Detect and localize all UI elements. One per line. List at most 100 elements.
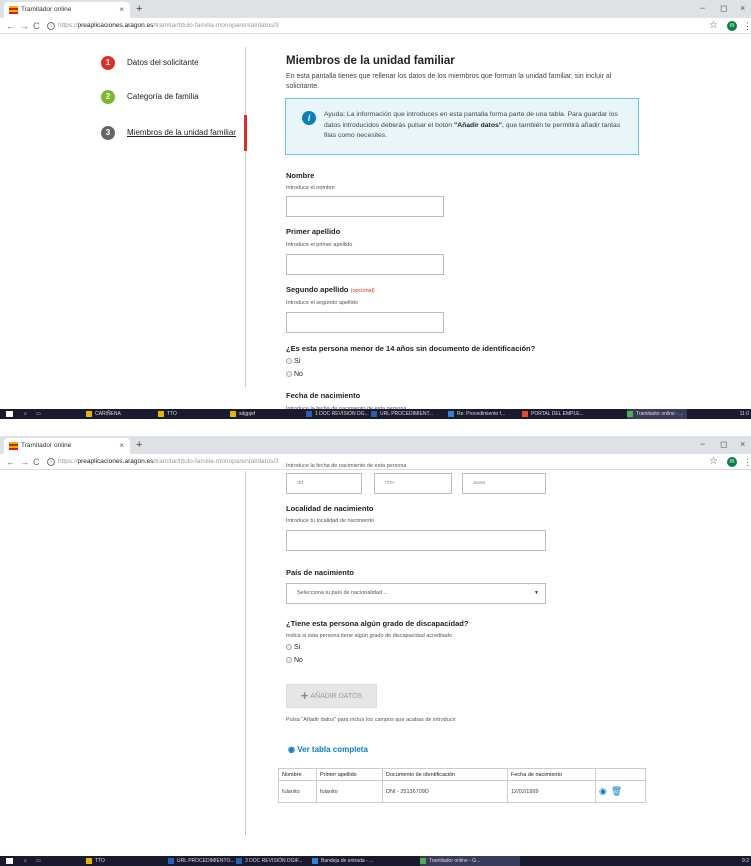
help-text: Ayuda: La información que introduces en …: [324, 111, 621, 139]
url-field[interactable]: i https://preaplicaciones.aragon.es/tram…: [47, 20, 708, 32]
profile-avatar[interactable]: m: [727, 457, 737, 467]
windows-start-icon[interactable]: [6, 858, 13, 864]
taskbar-item[interactable]: TTO: [158, 409, 177, 419]
col-header: Documento de identificación: [382, 768, 508, 781]
windows-start-icon[interactable]: [6, 411, 13, 417]
localidad-label: Localidad de nacimiento: [286, 504, 374, 513]
eye-icon: ◉: [288, 745, 295, 754]
pais-select[interactable]: Selecciona tu país de nacionalidad ... ▼: [286, 583, 546, 604]
info-icon: i: [302, 111, 316, 125]
taskbar-item[interactable]: URL PROCEDIMIENT...: [371, 409, 433, 419]
step-label: Miembros de la unidad familiar: [127, 128, 236, 137]
disc-radio-no[interactable]: No: [286, 656, 303, 666]
url-prefix: https://: [58, 458, 78, 465]
step-number: 2: [101, 90, 115, 104]
apellido2-input[interactable]: [286, 312, 444, 333]
view-row-eye-icon[interactable]: ◉: [599, 786, 607, 796]
site-info-icon[interactable]: i: [47, 458, 55, 466]
col-header: Nombre: [278, 768, 317, 781]
add-data-hint: Pulsa "Añadir datos" para incluir los ca…: [286, 717, 456, 723]
menu-kebab-icon[interactable]: ⋮: [743, 455, 751, 469]
fecha-mm-input[interactable]: mm: [374, 473, 452, 494]
screenshot-top: Tramitador online × + − ◻ × ← → C i http…: [0, 0, 751, 420]
taskbar-item[interactable]: PORTAL DEL EMPLE...: [522, 409, 584, 419]
nombre-label: Nombre: [286, 171, 315, 180]
browser-tab-bar: Tramitador online × + − ◻ ×: [0, 436, 751, 454]
step-label: Datos del solicitante: [127, 58, 199, 67]
windows-taskbar: ⌕ ▭ TTO URL PROCEDIMIENTO... 3 DOC REVIS…: [0, 856, 751, 866]
search-icon[interactable]: ⌕: [24, 409, 27, 419]
forward-icon[interactable]: →: [20, 19, 29, 33]
taskbar-item[interactable]: 1 DOC REVISIÓN DG...: [306, 409, 369, 419]
task-view-icon[interactable]: ▭: [36, 856, 41, 866]
optional-tag: (opcional): [350, 288, 375, 294]
minimize-icon[interactable]: −: [700, 0, 705, 16]
back-icon[interactable]: ←: [6, 19, 15, 33]
taskbar-item[interactable]: Re: Procedimiento f...: [448, 409, 505, 419]
taskbar-clock: 11:0: [739, 411, 749, 417]
address-bar: ← → C i https://preaplicaciones.aragon.e…: [0, 18, 751, 34]
taskbar-item[interactable]: CARIÑENA: [86, 409, 121, 419]
minimize-icon[interactable]: −: [700, 436, 705, 452]
localidad-input[interactable]: [286, 530, 546, 551]
search-icon[interactable]: ⌕: [24, 856, 27, 866]
browser-tab[interactable]: Tramitador online ×: [4, 2, 130, 18]
radio-circle: [286, 358, 292, 365]
chevron-down-icon: ▼: [534, 590, 539, 596]
disc-help: Indica si esta persona tiene algún grado…: [286, 633, 453, 639]
screenshot-bottom: Tramitador online × + − ◻ × ← → C i http…: [0, 436, 751, 866]
windows-taskbar: ⌕ ▭ CARIÑENA TTO sdgpjef 1 DOC REVISIÓN …: [0, 409, 751, 419]
back-icon[interactable]: ←: [6, 455, 15, 469]
task-view-icon[interactable]: ▭: [36, 409, 41, 419]
cell-documento: DNI - 25136709D: [382, 780, 508, 803]
fecha-aaaa-input[interactable]: aaaa: [462, 473, 546, 494]
taskbar-item-active[interactable]: Tramitador online - ...: [627, 409, 687, 419]
sidebar-divider: [245, 47, 246, 387]
localidad-help: Introduce tu localidad de nacimiento: [286, 518, 375, 524]
maximize-icon[interactable]: ◻: [720, 436, 727, 452]
close-window-icon[interactable]: ×: [740, 436, 745, 452]
view-table-link[interactable]: ◉ Ver tabla completa: [288, 745, 368, 754]
apellido1-help: Introduce el primer apellido: [286, 242, 353, 248]
taskbar-item[interactable]: sdgpjef: [230, 409, 255, 419]
forward-icon[interactable]: →: [20, 455, 29, 469]
menor-radio-si[interactable]: Si: [286, 357, 300, 367]
add-data-button[interactable]: + AÑADIR DATOS: [286, 684, 377, 708]
apellido2-help: Introduce el segundo apellido: [286, 300, 358, 306]
taskbar-item[interactable]: 3 DOC REVISIÓN DGIF...: [236, 856, 303, 866]
tab-close-icon[interactable]: ×: [119, 2, 124, 18]
screenshot-gap: [0, 420, 751, 436]
close-window-icon[interactable]: ×: [740, 0, 745, 16]
site-info-icon[interactable]: i: [47, 22, 55, 30]
bookmark-star-icon[interactable]: ☆: [709, 19, 718, 33]
menu-kebab-icon[interactable]: ⋮: [743, 19, 751, 33]
step-number: 3: [101, 126, 115, 140]
taskbar-item[interactable]: URL PROCEDIMIENTO...: [168, 856, 235, 866]
disc-radio-si[interactable]: Si: [286, 643, 300, 653]
delete-row-trash-icon[interactable]: 🗑: [611, 786, 622, 796]
url-path: /tramitar/titulo-familia-monoparental/da…: [153, 22, 279, 29]
radio-circle: [286, 657, 292, 664]
tab-close-icon[interactable]: ×: [119, 438, 124, 454]
bookmark-star-icon[interactable]: ☆: [709, 455, 718, 469]
fecha-dd-input[interactable]: dd: [286, 473, 362, 494]
fecha-help: Introduce la fecha de nacimiento de esta…: [286, 463, 407, 469]
radio-circle: [286, 371, 292, 378]
reload-icon[interactable]: C: [33, 19, 40, 33]
nombre-input[interactable]: [286, 196, 444, 217]
menor-radio-no[interactable]: No: [286, 370, 303, 380]
dd-placeholder: dd: [297, 480, 304, 486]
pais-placeholder: Selecciona tu país de nacionalidad ...: [297, 590, 389, 596]
taskbar-item[interactable]: TTO: [86, 856, 105, 866]
apellido1-input[interactable]: [286, 254, 444, 275]
new-tab-button[interactable]: +: [136, 436, 142, 454]
new-tab-button[interactable]: +: [136, 0, 142, 18]
taskbar-item[interactable]: Bandeja de entrada - ...: [312, 856, 373, 866]
taskbar-item-active[interactable]: Tramitador online - G...: [420, 856, 520, 866]
members-table: Nombre Primer apellido Documento de iden…: [278, 768, 646, 803]
col-header: Fecha de nacimiento: [507, 768, 596, 781]
maximize-icon[interactable]: ◻: [720, 0, 727, 16]
profile-avatar[interactable]: m: [727, 21, 737, 31]
browser-tab[interactable]: Tramitador online ×: [4, 438, 130, 454]
reload-icon[interactable]: C: [33, 455, 40, 469]
